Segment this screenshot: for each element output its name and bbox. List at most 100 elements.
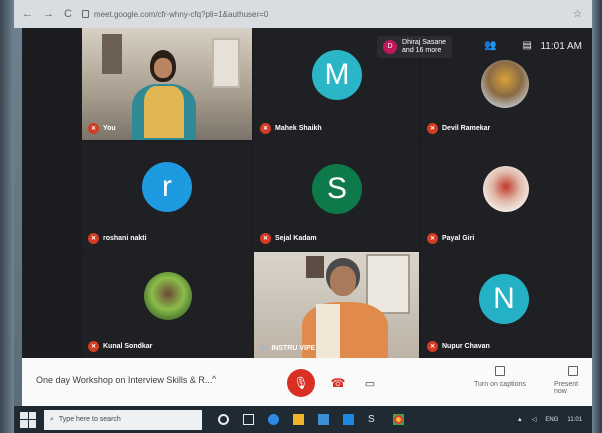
participant-tile[interactable]: S ✕ Sejal Kadam xyxy=(254,142,419,250)
avatar: r xyxy=(142,162,192,212)
wall-picture xyxy=(306,256,324,278)
microphone-toggle-button[interactable]: 🎙 xyxy=(287,369,315,397)
participant-name: roshani nakti xyxy=(103,235,147,242)
chrome-icon[interactable] xyxy=(393,414,404,425)
tile-label: ✕ Mahek Shaikh xyxy=(260,123,322,134)
tile-label: ✕ Nupur Chavan xyxy=(427,341,490,352)
tile-label: ✕ Kunal Sondkar xyxy=(88,341,152,352)
address-bar[interactable]: meet.google.com/cfr-whny-cfq?pli=1&authu… xyxy=(81,5,552,23)
door-shape xyxy=(102,34,122,74)
windows-start-button[interactable] xyxy=(20,411,36,428)
reload-button[interactable]: C xyxy=(64,8,72,20)
avatar: S xyxy=(312,164,362,214)
participant-tile[interactable]: N ✕ Nupur Chavan xyxy=(421,252,592,358)
participant-name: Payal Giri xyxy=(442,235,475,242)
tile-label: ✕ Devil Ramekar xyxy=(427,123,490,134)
participant-name: INSTRU VIPE xyxy=(271,345,316,352)
present-button[interactable]: Present now xyxy=(554,366,592,395)
present-label: Present now xyxy=(554,381,579,395)
participant-tile[interactable]: ✕ Payal Giri xyxy=(421,142,592,250)
person-face xyxy=(154,58,172,78)
tile-label: ✕ Payal Giri xyxy=(427,233,474,244)
avatar-photo xyxy=(483,166,529,212)
mic-off-icon: ✕ xyxy=(427,123,438,134)
participant-tile[interactable]: ✕ You xyxy=(82,28,252,140)
mic-off-icon: ✕ xyxy=(88,123,99,134)
captions-icon xyxy=(494,366,505,376)
avatar-initial: r xyxy=(162,170,172,203)
search-placeholder: Type here to search xyxy=(58,416,121,423)
volume-icon[interactable]: ◁ xyxy=(532,416,537,423)
chip-count: and 16 more xyxy=(402,47,442,54)
participant-name: Nupur Chavan xyxy=(442,343,490,350)
avatar-initial: S xyxy=(326,172,347,205)
participant-tile[interactable]: r ✕ roshani nakti xyxy=(82,142,252,250)
network-icon[interactable]: ▲ xyxy=(517,417,523,423)
avatar-initial: D xyxy=(383,40,398,54)
people-icon[interactable]: 👥 xyxy=(484,40,496,51)
avatar: M xyxy=(312,50,362,100)
meeting-clock: 11:01 AM xyxy=(540,41,582,52)
mic-off-icon: 🎙 xyxy=(293,376,309,390)
chip-name: Dhiraj Sasane xyxy=(402,39,446,46)
system-tray: ▲ ◁ ENG 11:01 xyxy=(517,416,592,424)
participant-name: You xyxy=(103,125,116,132)
edge-icon[interactable] xyxy=(268,414,279,425)
mic-off-icon: ✕ xyxy=(88,233,99,244)
camera-toggle-button[interactable]: ▭ xyxy=(360,373,380,393)
avatar-initial: M xyxy=(324,58,350,91)
cortana-icon[interactable] xyxy=(218,414,229,425)
chat-icon[interactable]: ▤ xyxy=(523,40,532,51)
tile-label: ✕ roshani nakti xyxy=(88,233,147,244)
tile-label: ✕ You xyxy=(88,123,116,134)
meeting-grid: ✕ You M ✕ Mahek Shaikh ✕ Devil Ramekar r… xyxy=(22,28,592,358)
mic-off-icon: ✕ xyxy=(260,123,271,134)
present-icon xyxy=(568,366,578,376)
browser-toolbar: ← → C meet.google.com/cfr-whny-cfq?pli=1… xyxy=(14,0,592,28)
mic-off-icon: ✕ xyxy=(427,233,438,244)
dropbox-icon[interactable] xyxy=(343,414,354,425)
avatar-photo xyxy=(144,272,192,320)
avatar-photo xyxy=(481,60,529,108)
app-icon[interactable]: S xyxy=(368,414,379,425)
bookmark-star-icon[interactable]: ☆ xyxy=(573,9,582,20)
lock-icon xyxy=(81,10,89,18)
search-icon: ⌕ xyxy=(50,415,54,423)
leave-call-button[interactable]: ☎ xyxy=(328,373,348,393)
back-button[interactable]: ← xyxy=(22,8,33,20)
taskbar-search[interactable]: ⌕ Type here to search xyxy=(44,409,202,430)
captions-button[interactable]: Turn on captions xyxy=(474,366,526,388)
avatar-initial: N xyxy=(493,282,515,315)
person-shawl xyxy=(316,304,340,358)
camera-icon: ▭ xyxy=(364,377,376,390)
monitor-edge xyxy=(592,0,602,433)
participant-name: Devil Ramekar xyxy=(442,125,491,132)
meeting-title[interactable]: One day Workshop on Interview Skills & R… xyxy=(36,375,212,385)
avatar: N xyxy=(479,274,529,324)
chevron-up-icon[interactable]: ^ xyxy=(212,374,216,384)
participant-name: Kunal Sondkar xyxy=(103,343,153,350)
tile-label: ••• INSTRU VIPE xyxy=(260,345,315,352)
tile-label: ✕ Sejal Kadam xyxy=(260,233,317,244)
captions-label: Turn on captions xyxy=(474,381,526,388)
forward-button[interactable]: → xyxy=(43,8,54,20)
task-view-icon[interactable] xyxy=(243,414,254,425)
tray-clock[interactable]: 11:01 xyxy=(567,417,582,423)
language-indicator[interactable]: ENG xyxy=(545,417,558,423)
person-shawl xyxy=(144,86,184,138)
monitor-edge xyxy=(0,0,14,433)
mic-off-icon: ✕ xyxy=(88,341,99,352)
file-explorer-icon[interactable] xyxy=(293,414,304,425)
phone-hangup-icon: ☎ xyxy=(330,376,346,390)
participant-tile[interactable]: ✕ Kunal Sondkar xyxy=(82,252,252,358)
person-face xyxy=(330,266,356,296)
participant-name: Sejal Kadam xyxy=(275,235,317,242)
participant-name: Mahek Shaikh xyxy=(275,125,322,132)
meeting-controls: One day Workshop on Interview Skills & R… xyxy=(22,358,592,406)
url-text: meet.google.com/cfr-whny-cfq?pli=1&authu… xyxy=(93,9,269,19)
window-shape xyxy=(366,254,410,314)
windows-taskbar: ⌕ Type here to search S ▲ ◁ ENG 11:01 xyxy=(14,406,592,433)
participant-tile[interactable]: ••• INSTRU VIPE xyxy=(254,252,419,358)
store-icon[interactable] xyxy=(318,414,329,425)
participants-chip[interactable]: D Dhiraj Sasane and 16 more xyxy=(377,36,452,58)
